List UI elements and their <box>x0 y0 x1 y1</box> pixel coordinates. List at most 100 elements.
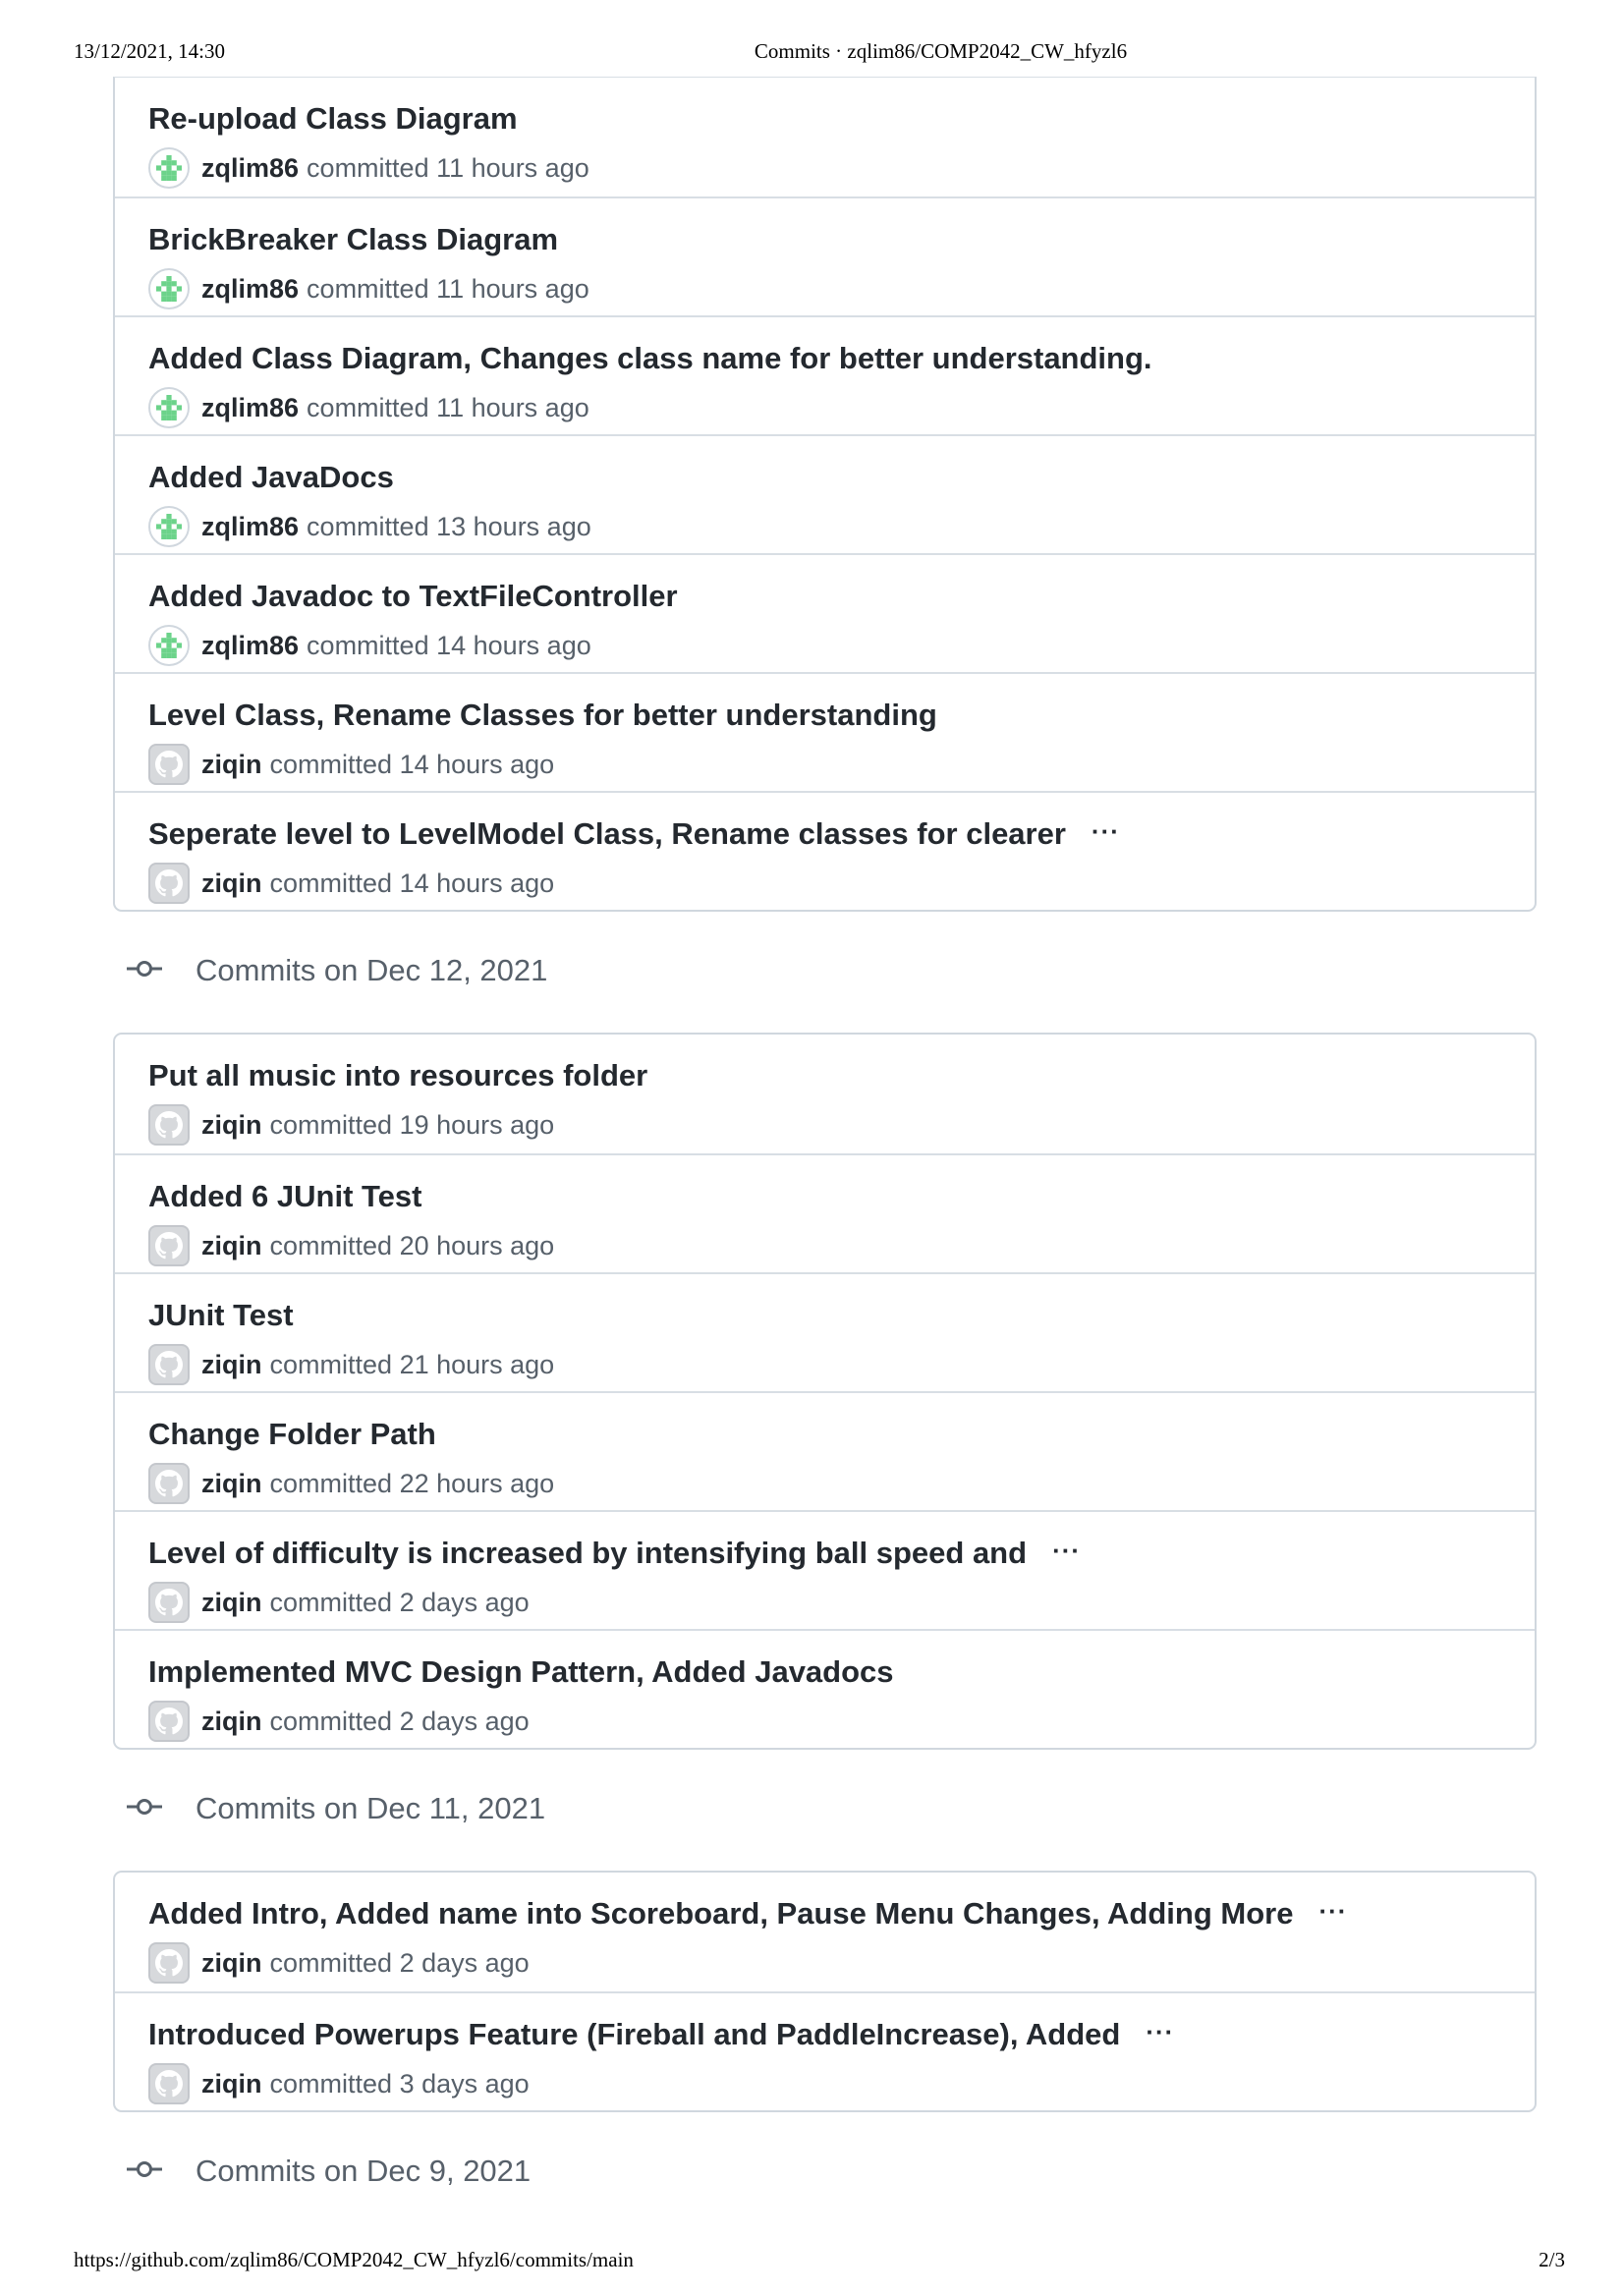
commit-row[interactable]: Seperate level to LevelModel Class, Rena… <box>115 791 1535 910</box>
commit-message[interactable]: Put all music into resources folder <box>148 1058 647 1092</box>
identicon-avatar[interactable] <box>148 268 190 309</box>
commit-title-link[interactable]: Level Class, Rename Classes for better u… <box>148 698 937 733</box>
commit-row[interactable]: Re-upload Class Diagram zqlim86 committed … <box>115 78 1535 196</box>
commit-author[interactable]: zqlim86 <box>201 631 299 661</box>
identicon-avatar[interactable] <box>148 625 190 666</box>
commit-author[interactable]: ziqin <box>201 1469 262 1499</box>
committed-label: committed <box>269 1587 393 1617</box>
identicon-avatar[interactable] <box>148 506 190 547</box>
print-page-title: Commits · zqlim86/COMP2042_CW_hfyzl6 <box>754 39 1128 63</box>
commit-title-link[interactable]: Added Intro, Added name into Scoreboard,… <box>148 1896 1347 1931</box>
commit-author[interactable]: ziqin <box>201 1231 262 1261</box>
committed-label: committed <box>269 1947 393 1978</box>
commit-message[interactable]: Level of difficulty is increased by inte… <box>148 1536 1027 1570</box>
commit-row[interactable]: BrickBreaker Class Diagram zqlim86 committ… <box>115 196 1535 315</box>
commit-author[interactable]: zqlim86 <box>201 274 299 305</box>
commit-title-link[interactable]: Added Javadoc to TextFileController <box>148 579 678 614</box>
commit-message[interactable]: Implemented MVC Design Pattern, Added Ja… <box>148 1654 894 1689</box>
github-avatar-icon[interactable] <box>148 1225 190 1266</box>
commit-author[interactable]: zqlim86 <box>201 393 299 423</box>
commit-message[interactable]: Level Class, Rename Classes for better u… <box>148 698 937 732</box>
commit-message[interactable]: Change Folder Path <box>148 1417 436 1451</box>
github-avatar-icon[interactable] <box>148 1344 190 1385</box>
commit-title-link[interactable]: JUnit Test <box>148 1298 294 1333</box>
commit-message[interactable]: Re-upload Class Diagram <box>148 101 518 136</box>
commit-group-header: Commits on Dec 12, 2021 <box>113 912 1537 1033</box>
commit-row[interactable]: Added JavaDocs zqlim86 committed 13 hours … <box>115 434 1535 553</box>
expand-message-button[interactable]: ··· <box>1146 2017 1174 2047</box>
identicon-avatar[interactable] <box>148 387 190 428</box>
expand-message-button[interactable]: ··· <box>1318 1896 1347 1927</box>
committed-label: committed <box>269 749 393 779</box>
commit-relative-time: 11 hours ago <box>436 273 589 304</box>
commit-author[interactable]: zqlim86 <box>201 512 299 542</box>
commit-title-link[interactable]: Re-upload Class Diagram <box>148 101 518 137</box>
expand-message-button[interactable]: ··· <box>1092 816 1120 847</box>
commit-meta: ziqin committed 20 hours ago <box>148 1224 554 1267</box>
committed-label: committed <box>269 2068 393 2099</box>
commit-row[interactable]: Implemented MVC Design Pattern, Added Ja… <box>115 1629 1535 1748</box>
print-header: 13/12/2021, 14:30 Commits · zqlim86/COMP… <box>0 39 1624 67</box>
commit-meta: ziqin committed 2 days ago <box>148 1581 530 1624</box>
commit-title-link[interactable]: Put all music into resources folder <box>148 1058 647 1093</box>
commit-author[interactable]: ziqin <box>201 1948 262 1979</box>
commit-title-link[interactable]: Added Class Diagram, Changes class name … <box>148 341 1152 376</box>
commit-row[interactable]: Added Class Diagram, Changes class name … <box>115 315 1535 434</box>
commit-message[interactable]: Added Intro, Added name into Scoreboard,… <box>148 1896 1293 1931</box>
commit-title-link[interactable]: Introduced Powerups Feature (Fireball an… <box>148 2017 1174 2052</box>
github-avatar-icon[interactable] <box>148 744 190 785</box>
commit-row[interactable]: Put all music into resources folder ziqin… <box>115 1035 1535 1153</box>
commit-row[interactable]: Level Class, Rename Classes for better u… <box>115 672 1535 791</box>
commit-message[interactable]: Added Javadoc to TextFileController <box>148 579 678 613</box>
commit-row[interactable]: JUnit Test ziqin committed 21 hours ago <box>115 1272 1535 1391</box>
commit-title-link[interactable]: Added JavaDocs <box>148 460 394 495</box>
commit-meta: zqlim86 committed 11 hours ago <box>148 386 589 429</box>
commit-title-link[interactable]: Change Folder Path <box>148 1417 436 1452</box>
committed-label: committed <box>269 1706 393 1736</box>
commit-message[interactable]: Added Class Diagram, Changes class name … <box>148 341 1152 375</box>
commit-title-link[interactable]: Added 6 JUnit Test <box>148 1179 421 1214</box>
commit-relative-time: 19 hours ago <box>399 1109 555 1140</box>
commit-meta: zqlim86 committed 11 hours ago <box>148 267 589 310</box>
commit-author[interactable]: ziqin <box>201 750 262 780</box>
github-avatar-icon[interactable] <box>148 1104 190 1146</box>
commit-row[interactable]: Change Folder Path ziqin committed 22 hour… <box>115 1391 1535 1510</box>
commit-message[interactable]: Added 6 JUnit Test <box>148 1179 421 1213</box>
commit-message[interactable]: JUnit Test <box>148 1298 294 1332</box>
commit-meta: ziqin committed 22 hours ago <box>148 1462 554 1505</box>
commit-row[interactable]: Level of difficulty is increased by inte… <box>115 1510 1535 1629</box>
commit-title-link[interactable]: Implemented MVC Design Pattern, Added Ja… <box>148 1654 894 1690</box>
commit-author[interactable]: ziqin <box>201 1588 262 1618</box>
commit-title-link[interactable]: Level of difficulty is increased by inte… <box>148 1536 1081 1571</box>
commit-row[interactable]: Added Intro, Added name into Scoreboard,… <box>115 1873 1535 1991</box>
github-avatar-icon[interactable] <box>148 2063 190 2104</box>
committed-label: committed <box>307 152 429 183</box>
github-avatar-icon[interactable] <box>148 1582 190 1623</box>
commit-author[interactable]: ziqin <box>201 2069 262 2099</box>
commit-message[interactable]: Added JavaDocs <box>148 460 394 494</box>
commit-relative-time: 14 hours ago <box>399 749 555 779</box>
commit-meta: zqlim86 committed 11 hours ago <box>148 146 589 190</box>
github-avatar-icon[interactable] <box>148 1463 190 1504</box>
identicon-avatar[interactable] <box>148 147 190 189</box>
commit-message[interactable]: BrickBreaker Class Diagram <box>148 222 558 256</box>
commit-message[interactable]: Introduced Powerups Feature (Fireball an… <box>148 2017 1120 2051</box>
github-avatar-icon[interactable] <box>148 1942 190 1984</box>
commit-message[interactable]: Seperate level to LevelModel Class, Rena… <box>148 816 1066 851</box>
commit-author[interactable]: ziqin <box>201 1350 262 1380</box>
committed-label: committed <box>269 1349 393 1379</box>
commit-title-link[interactable]: BrickBreaker Class Diagram <box>148 222 558 257</box>
commit-row[interactable]: Added 6 JUnit Test ziqin committed 20 hour… <box>115 1153 1535 1272</box>
commit-row[interactable]: Introduced Powerups Feature (Fireball an… <box>115 1991 1535 2110</box>
commit-author[interactable]: zqlim86 <box>201 153 299 184</box>
committed-label: committed <box>307 392 429 422</box>
expand-message-button[interactable]: ··· <box>1052 1536 1081 1566</box>
commit-author[interactable]: ziqin <box>201 1707 262 1737</box>
commit-author[interactable]: ziqin <box>201 1110 262 1141</box>
github-avatar-icon[interactable] <box>148 1701 190 1742</box>
commit-author[interactable]: ziqin <box>201 868 262 899</box>
commit-row[interactable]: Added Javadoc to TextFileController zqlim… <box>115 553 1535 672</box>
commit-title-link[interactable]: Seperate level to LevelModel Class, Rena… <box>148 816 1120 852</box>
commit-relative-time: 3 days ago <box>399 2068 530 2099</box>
github-avatar-icon[interactable] <box>148 863 190 904</box>
